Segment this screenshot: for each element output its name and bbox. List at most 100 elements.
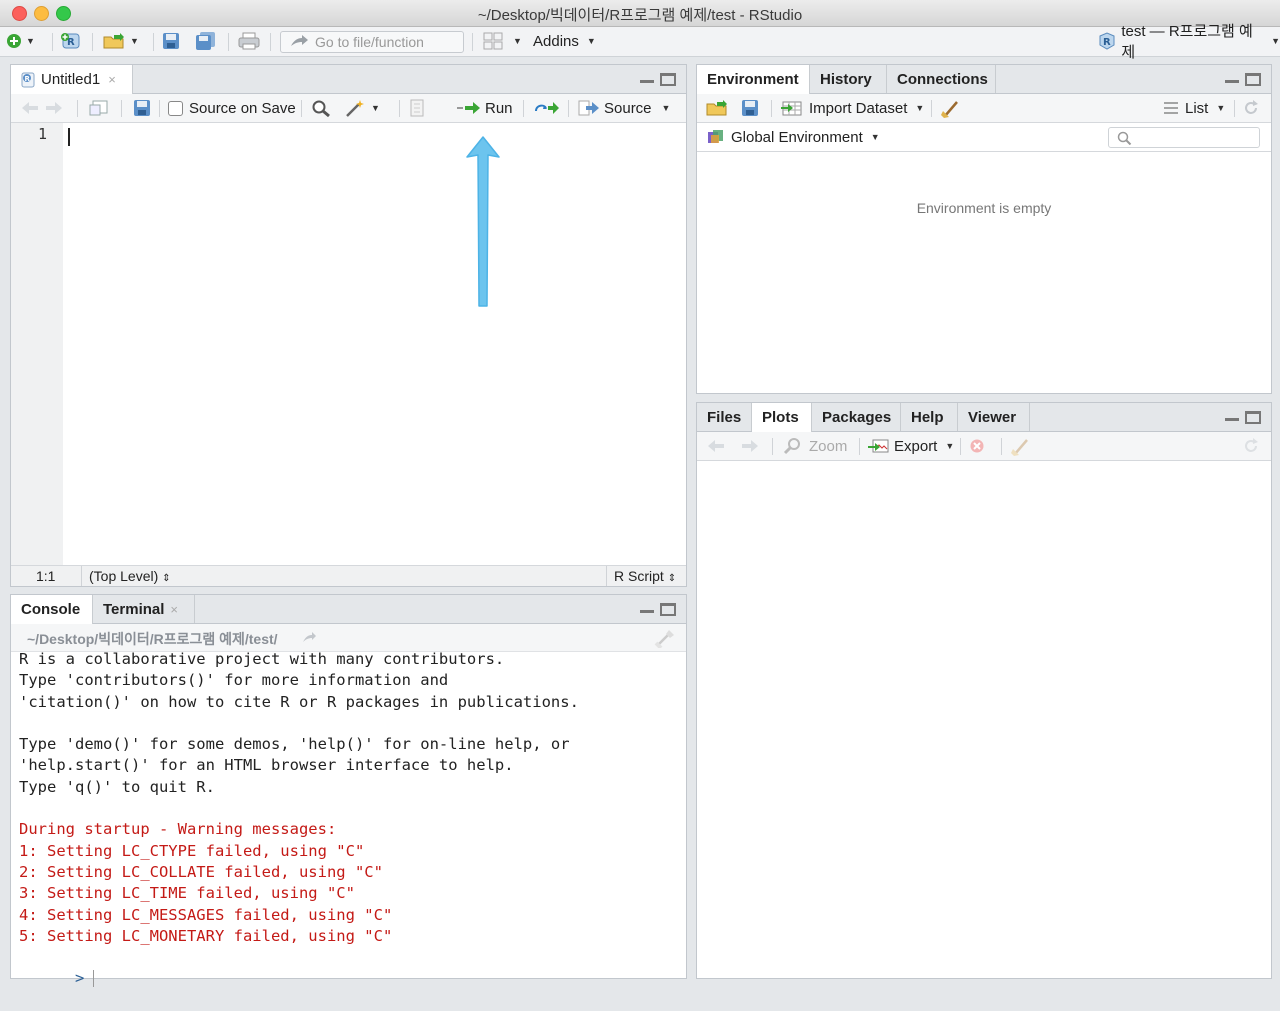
import-dataset-button[interactable]: Import Dataset ▼ xyxy=(781,99,924,117)
save-file-button[interactable] xyxy=(133,99,151,117)
open-file-button[interactable]: ▼ xyxy=(102,32,139,50)
tab-packages[interactable]: Packages xyxy=(812,403,901,431)
console-line: 'help.start()' for an HTML browser inter… xyxy=(19,756,514,775)
source-editor-pane: R Untitled1 × Source on Save ▼ Run Sourc… xyxy=(10,64,687,587)
minimize-pane-icon[interactable] xyxy=(640,73,654,83)
minimize-pane-icon[interactable] xyxy=(1225,411,1239,421)
environment-pane: Environment History Connections Import D… xyxy=(696,64,1272,394)
run-button[interactable]: Run xyxy=(457,99,513,117)
window-title: ~/Desktop/빅데이터/R프로그램 예제/test - RStudio xyxy=(477,7,803,24)
goto-directory-icon[interactable] xyxy=(301,630,317,644)
clear-workspace-button[interactable] xyxy=(941,99,963,118)
magic-wand-icon xyxy=(346,100,364,117)
find-replace-button[interactable] xyxy=(311,99,331,117)
minimize-pane-icon[interactable] xyxy=(640,603,654,613)
files-plots-pane: Files Plots Packages Help Viewer Zoom Ex… xyxy=(696,402,1272,979)
cursor-position: 1:1 xyxy=(36,568,56,584)
refresh-icon xyxy=(1245,438,1258,452)
save-icon xyxy=(134,100,150,116)
tab-connections[interactable]: Connections xyxy=(887,65,996,93)
tab-environment[interactable]: Environment xyxy=(697,65,810,94)
tab-history[interactable]: History xyxy=(810,65,887,93)
save-workspace-button[interactable] xyxy=(741,99,759,117)
refresh-plots-button[interactable] xyxy=(1242,437,1260,455)
new-project-button[interactable]: R xyxy=(60,32,82,50)
clear-console-icon[interactable] xyxy=(654,628,676,648)
close-tab-icon[interactable]: × xyxy=(170,602,178,617)
environment-search-input[interactable] xyxy=(1108,127,1260,148)
broom-icon xyxy=(941,101,958,118)
maximize-pane-icon[interactable] xyxy=(1245,73,1261,86)
tab-terminal[interactable]: Terminal × xyxy=(93,595,195,623)
refresh-environment-button[interactable] xyxy=(1242,99,1260,117)
warning-line: 4: Setting LC_MESSAGES failed, using "C" xyxy=(19,905,393,924)
source-button[interactable]: Source ▼ xyxy=(578,99,670,117)
compile-report-button[interactable] xyxy=(409,99,425,117)
main-toolbar: ▼ R ▼ Go to file/function ▼ Addins ▼ R te… xyxy=(0,23,1280,61)
back-arrow-icon xyxy=(22,102,38,114)
annotation-arrow-icon xyxy=(466,136,500,307)
code-tools-button[interactable]: ▼ xyxy=(345,99,380,117)
editor-tabstrip: R Untitled1 × xyxy=(11,65,686,94)
save-button[interactable] xyxy=(162,32,180,50)
console-output[interactable]: R is a collaborative project with many c… xyxy=(19,649,686,988)
save-all-button[interactable] xyxy=(195,32,217,50)
tab-files[interactable]: Files xyxy=(697,403,752,431)
svg-text:R: R xyxy=(25,75,31,83)
filetype-selector[interactable]: R Script ⇕ xyxy=(614,568,676,584)
magnifier-icon xyxy=(312,100,330,117)
back-button[interactable] xyxy=(21,99,39,117)
console-window-controls xyxy=(640,603,676,616)
load-workspace-button[interactable] xyxy=(705,99,729,117)
next-plot-button[interactable] xyxy=(741,437,759,455)
editor-toolbar: Source on Save ▼ Run Source ▼ xyxy=(11,94,686,123)
tab-plots[interactable]: Plots xyxy=(752,403,812,432)
files-tabstrip: Files Plots Packages Help Viewer xyxy=(697,403,1271,432)
project-menu[interactable]: R test — R프로그램 예제 ▼ xyxy=(1098,23,1280,61)
tab-help[interactable]: Help xyxy=(901,403,958,431)
close-tab-icon[interactable]: × xyxy=(108,72,116,87)
rerun-button[interactable] xyxy=(534,99,560,117)
run-arrow-icon xyxy=(457,102,480,114)
forward-button[interactable] xyxy=(45,99,63,117)
maximize-pane-icon[interactable] xyxy=(660,73,676,86)
notebook-icon xyxy=(410,99,424,117)
tab-console[interactable]: Console xyxy=(11,595,93,624)
source-on-save-checkbox[interactable]: Source on Save xyxy=(168,99,296,117)
warning-line: 3: Setting LC_TIME failed, using "C" xyxy=(19,884,355,903)
goto-file-function-input[interactable]: Go to file/function xyxy=(280,31,464,53)
window-titlebar: ~/Desktop/빅데이터/R프로그램 예제/test - RStudio xyxy=(0,0,1280,27)
console-prompt[interactable]: > xyxy=(19,947,686,988)
print-button[interactable] xyxy=(238,32,260,50)
zoom-plot-button[interactable]: Zoom xyxy=(783,437,847,455)
tab-untitled1[interactable]: R Untitled1 × xyxy=(11,65,133,94)
console-pathbar: ~/Desktop/빅데이터/R프로그램 예제/test/ xyxy=(11,624,686,652)
code-editor-area[interactable] xyxy=(63,123,686,565)
previous-plot-button[interactable] xyxy=(707,437,725,455)
environment-scope-selector[interactable]: Global Environment ▼ xyxy=(707,128,880,146)
export-plot-button[interactable]: Export ▼ xyxy=(868,437,954,455)
forward-arrow-icon xyxy=(46,102,62,114)
plot-viewport xyxy=(697,461,1271,978)
grid-icon xyxy=(483,32,503,50)
new-file-button[interactable]: ▼ xyxy=(6,32,35,50)
scope-selector[interactable]: (Top Level) ⇕ xyxy=(89,568,171,584)
open-folder-icon xyxy=(103,33,124,49)
addins-menu[interactable]: Addins ▼ xyxy=(533,32,596,50)
save-icon xyxy=(742,100,758,116)
checkbox-box[interactable] xyxy=(168,100,183,116)
new-file-icon xyxy=(7,34,21,48)
remove-plot-button[interactable] xyxy=(969,437,985,455)
minimize-pane-icon[interactable] xyxy=(1225,73,1239,83)
view-mode-list-button[interactable]: List ▼ xyxy=(1163,99,1225,117)
clear-plots-button[interactable] xyxy=(1011,437,1033,456)
text-cursor xyxy=(68,128,70,146)
workspace-panes-button[interactable]: ▼ xyxy=(483,32,522,50)
tab-viewer[interactable]: Viewer xyxy=(958,403,1030,431)
maximize-pane-icon[interactable] xyxy=(1245,411,1261,424)
rerun-icon xyxy=(535,102,559,114)
maximize-pane-icon[interactable] xyxy=(660,603,676,616)
show-in-window-button[interactable] xyxy=(89,99,109,117)
r-file-icon: R xyxy=(21,72,35,87)
